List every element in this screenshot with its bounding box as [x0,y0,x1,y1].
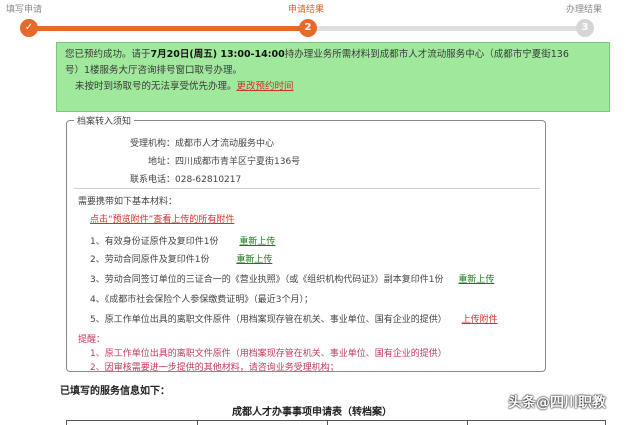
step-label-1: 填写申请 [6,5,43,15]
box-legend: 档案转入须知 [74,114,135,127]
progress-bar-todo [308,26,584,31]
material-item-4: 4、《成都市社会保险个人参保缴费证明》（最近3个月）； [90,295,313,305]
step-dot-2: 2 [299,19,317,37]
progress-bar-done [28,26,308,31]
notice-line-2: 号）1楼服务大厅咨询排号窗口取号办理。 [65,65,243,76]
agency-value: 成都市人才流动服务中心 [175,139,275,149]
step-label-2: 申请结果 [288,5,325,15]
step-dot-3: 3 [576,19,594,37]
preview-attachments-link[interactable]: 点击“预览附件”查看上传的所有附件 [90,212,234,225]
address-value: 四川成都市青羊区宁夏街136号 [175,157,301,167]
reupload-link-3[interactable]: 重新上传 [458,275,494,285]
address-row: 地址：四川成都市青羊区宁夏街136号 [147,157,301,167]
phone-row: 联系电话：028-62810217 [129,175,242,185]
phone-value: 028-62810217 [175,175,242,185]
material-item-2: 2、劳动合同原件及复印件1份 重新上传 [90,255,273,265]
watermark: 头条@四川职教 [508,395,606,411]
material-item-3: 3、劳动合同签订单位的三证合一的《营业执照》（或《组织机构代码证》）副本复印件1… [90,275,495,285]
remind-item-2: 2、因审核需要进一步提供的其他材料，请咨询业务受理机构； [90,363,339,373]
progress-steps: 填写申请 申请结果 办理结果 ✓ 2 3 [0,0,640,42]
agency-row: 受理机构：成都市人才流动服务中心 [129,139,275,149]
materials-title: 需要携带如下基本材料： [78,197,178,207]
reupload-link-1[interactable]: 重新上传 [239,237,275,247]
step-label-3: 办理结果 [566,5,603,15]
remind-item-1: 1、原工作单位出具的离职文件原件（用档案现存管在机关、事业单位、国有企业的提供） [90,349,447,359]
step-check-icon: ✓ [20,19,38,37]
appointment-time: 7月20日(周五) 13:00-14:00 [150,49,285,60]
change-appointment-link[interactable]: 更改预约时间 [237,81,294,92]
success-notice: 您已预约成功。请于7月20日(周五) 13:00-14:00持办理业务所需材料到… [56,42,610,112]
divider [74,188,540,189]
application-table-title: 成都人才办事事项申请表（转档案） [232,407,392,418]
notice-line-3: 未按时到场取号的无法享受优先办理。更改预约时间 [75,81,294,92]
notice-line-1: 您已预约成功。请于7月20日(周五) 13:00-14:00持办理业务所需材料到… [65,49,569,60]
application-table [66,420,606,425]
upload-attachment-link[interactable]: 上传附件 [462,315,498,325]
material-item-1: 1、有效身份证原件及复印件1份 重新上传 [90,237,276,247]
material-item-5: 5、原工作单位出具的离职文件原件（用档案现存管在机关、事业单位、国有企业的提供）… [90,315,498,325]
filled-info-title: 已填写的服务信息如下： [60,386,170,397]
reupload-link-2[interactable]: 重新上传 [236,255,272,265]
remind-title: 提醒： [78,335,106,345]
